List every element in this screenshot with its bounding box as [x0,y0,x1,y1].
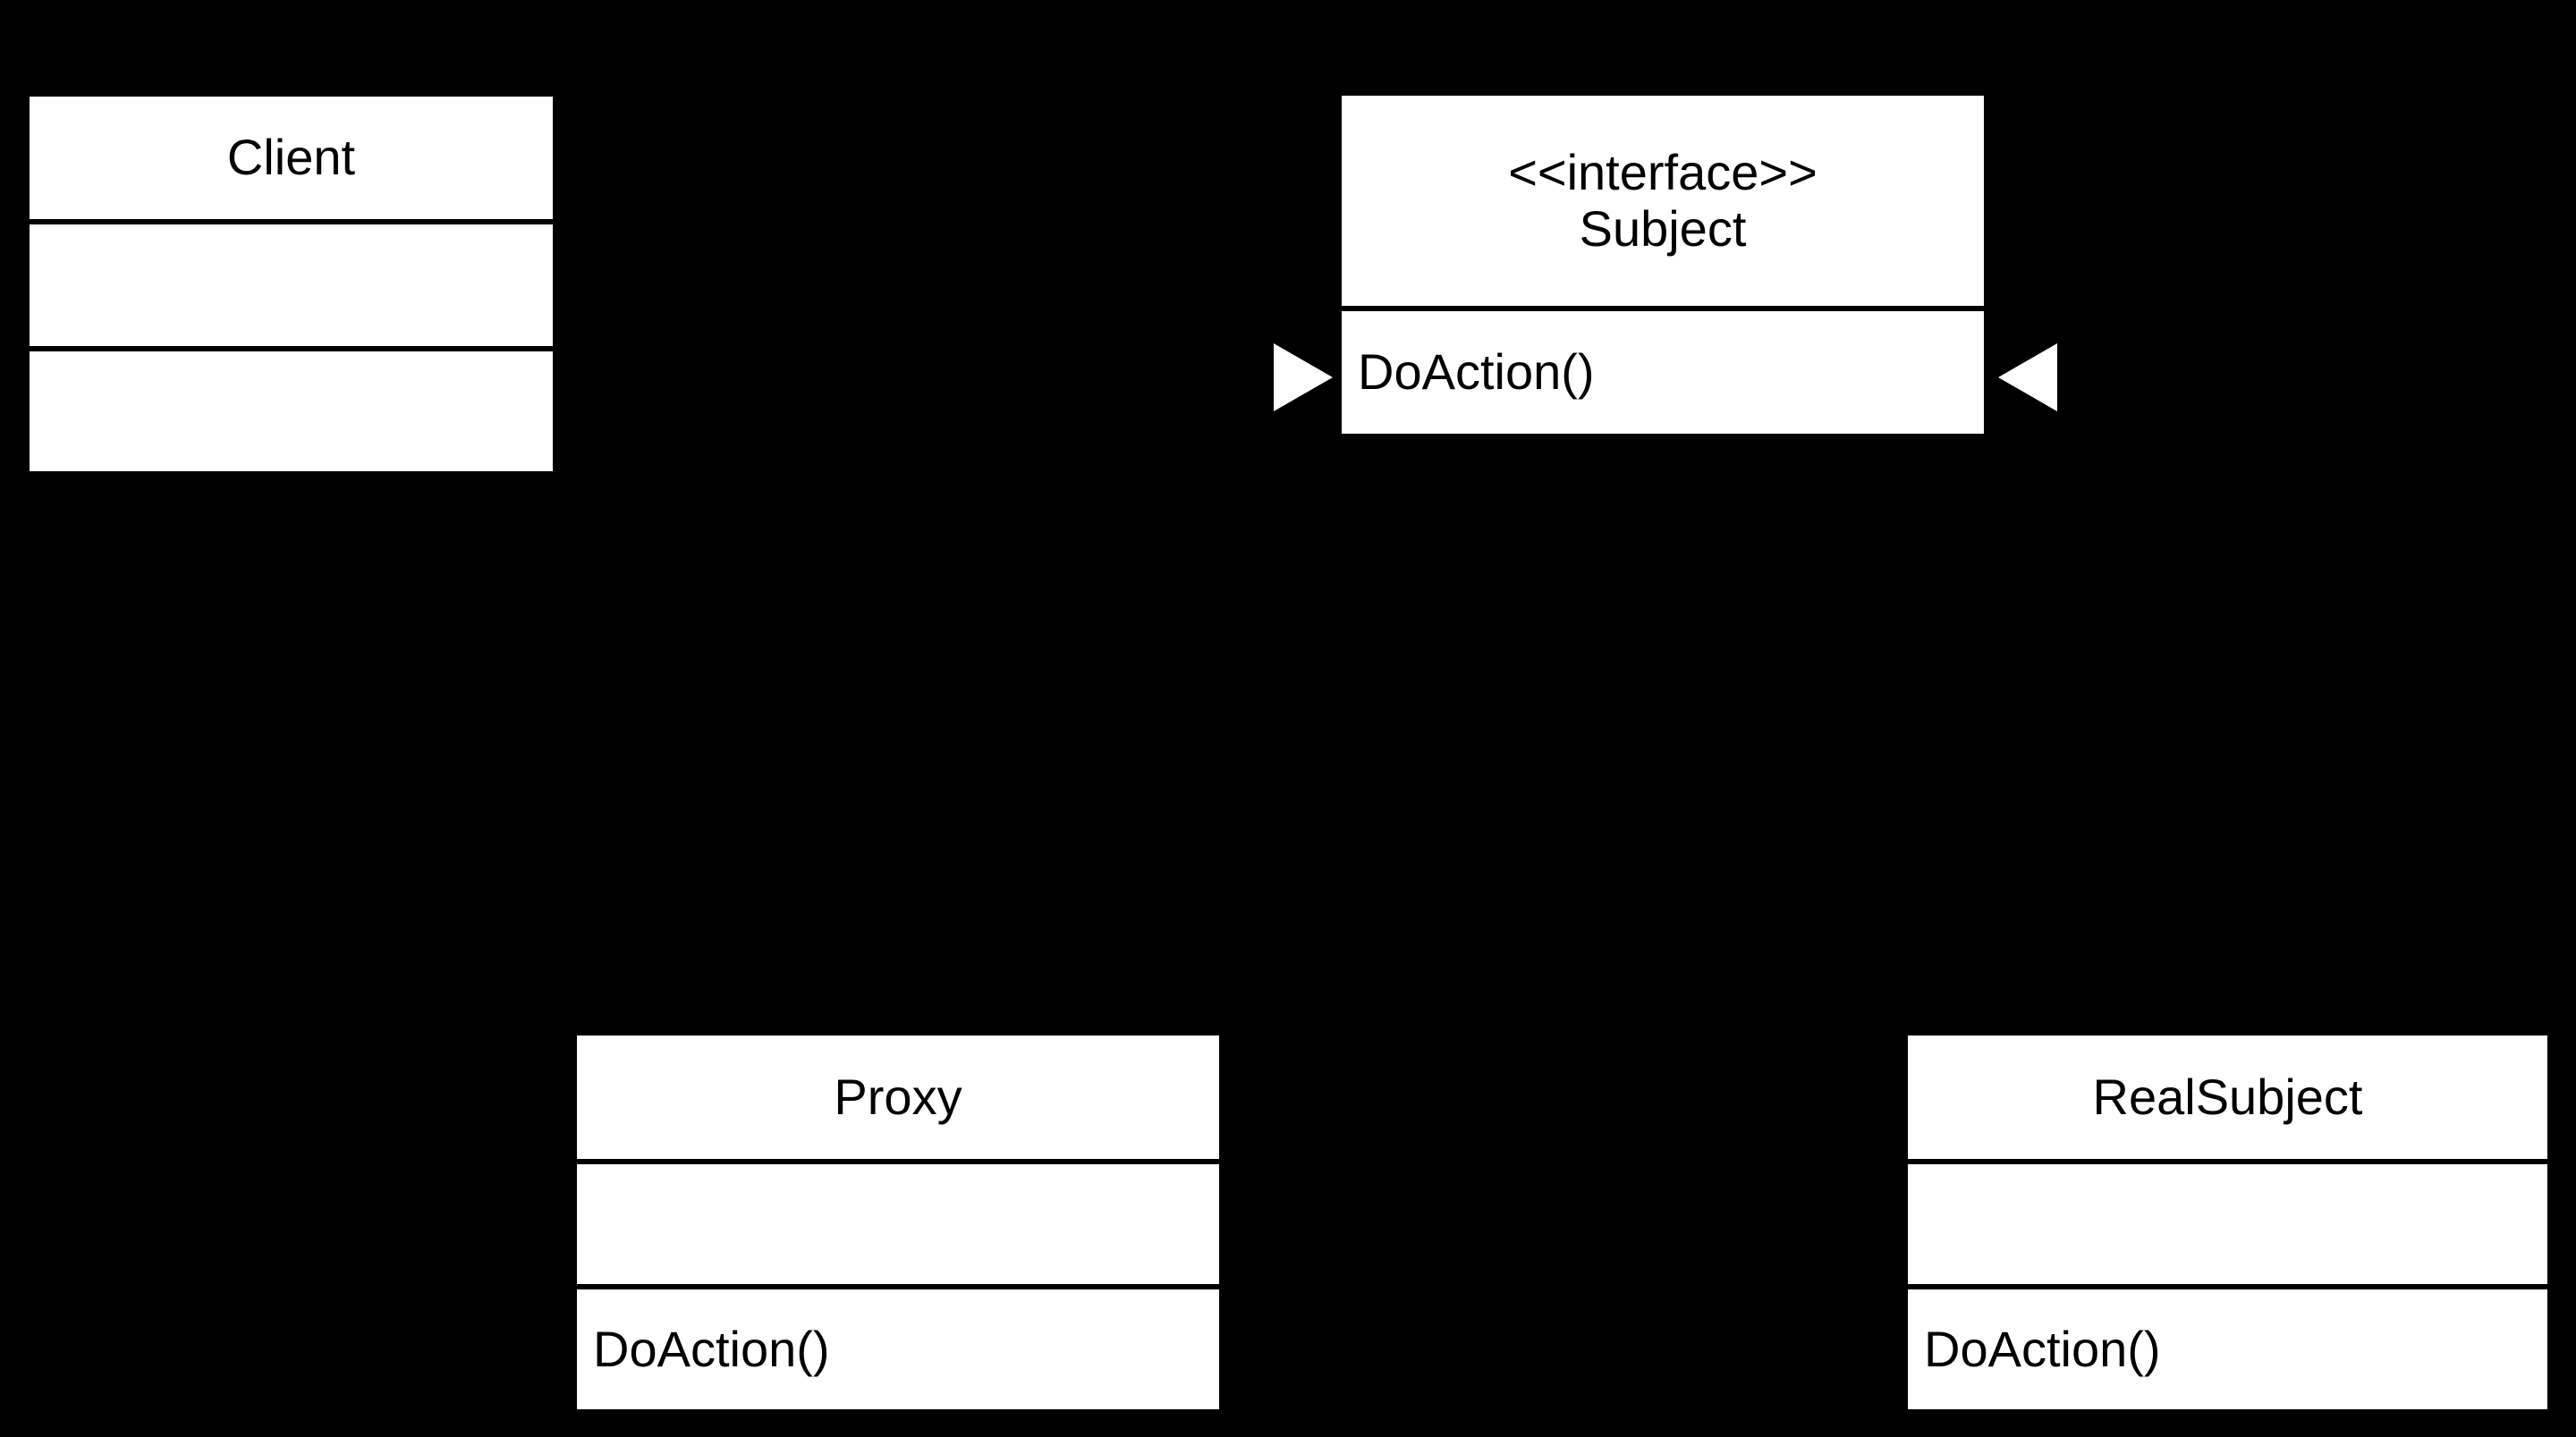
realization-arrowhead-from-realsubject [1998,343,2057,411]
client-methods-compartment [30,346,553,471]
client-attributes-compartment [30,219,553,346]
proxy-attributes-compartment [577,1159,1219,1284]
client-class-name: Client [226,129,356,186]
client-name-compartment: Client [30,97,553,219]
class-box-proxy[interactable]: Proxy DoAction() [577,1035,1219,1409]
proxy-class-name: Proxy [834,1068,962,1125]
realsubject-method-doaction: DoAction() [1924,1320,2161,1377]
realsubject-class-name: RealSubject [2092,1068,2363,1125]
uml-class-diagram-canvas: Client <<interface>> Subject DoAction() … [0,0,2576,1437]
subject-class-name: Subject [1579,199,1747,257]
class-box-client[interactable]: Client [30,97,553,471]
proxy-methods-compartment: DoAction() [577,1284,1219,1409]
realsubject-methods-compartment: DoAction() [1908,1284,2547,1409]
proxy-method-doaction: DoAction() [593,1320,830,1377]
realization-arrowhead-from-proxy [1274,343,1333,411]
subject-name-compartment: <<interface>> Subject [1342,96,1984,306]
subject-methods-compartment: DoAction() [1342,306,1984,434]
class-box-realsubject[interactable]: RealSubject DoAction() [1908,1035,2547,1409]
subject-method-doaction: DoAction() [1358,343,1595,401]
realsubject-attributes-compartment [1908,1159,2547,1284]
proxy-name-compartment: Proxy [577,1035,1219,1159]
class-box-subject[interactable]: <<interface>> Subject DoAction() [1342,96,1984,434]
realsubject-name-compartment: RealSubject [1908,1035,2547,1159]
subject-stereotype-label: <<interface>> [1508,143,1818,200]
